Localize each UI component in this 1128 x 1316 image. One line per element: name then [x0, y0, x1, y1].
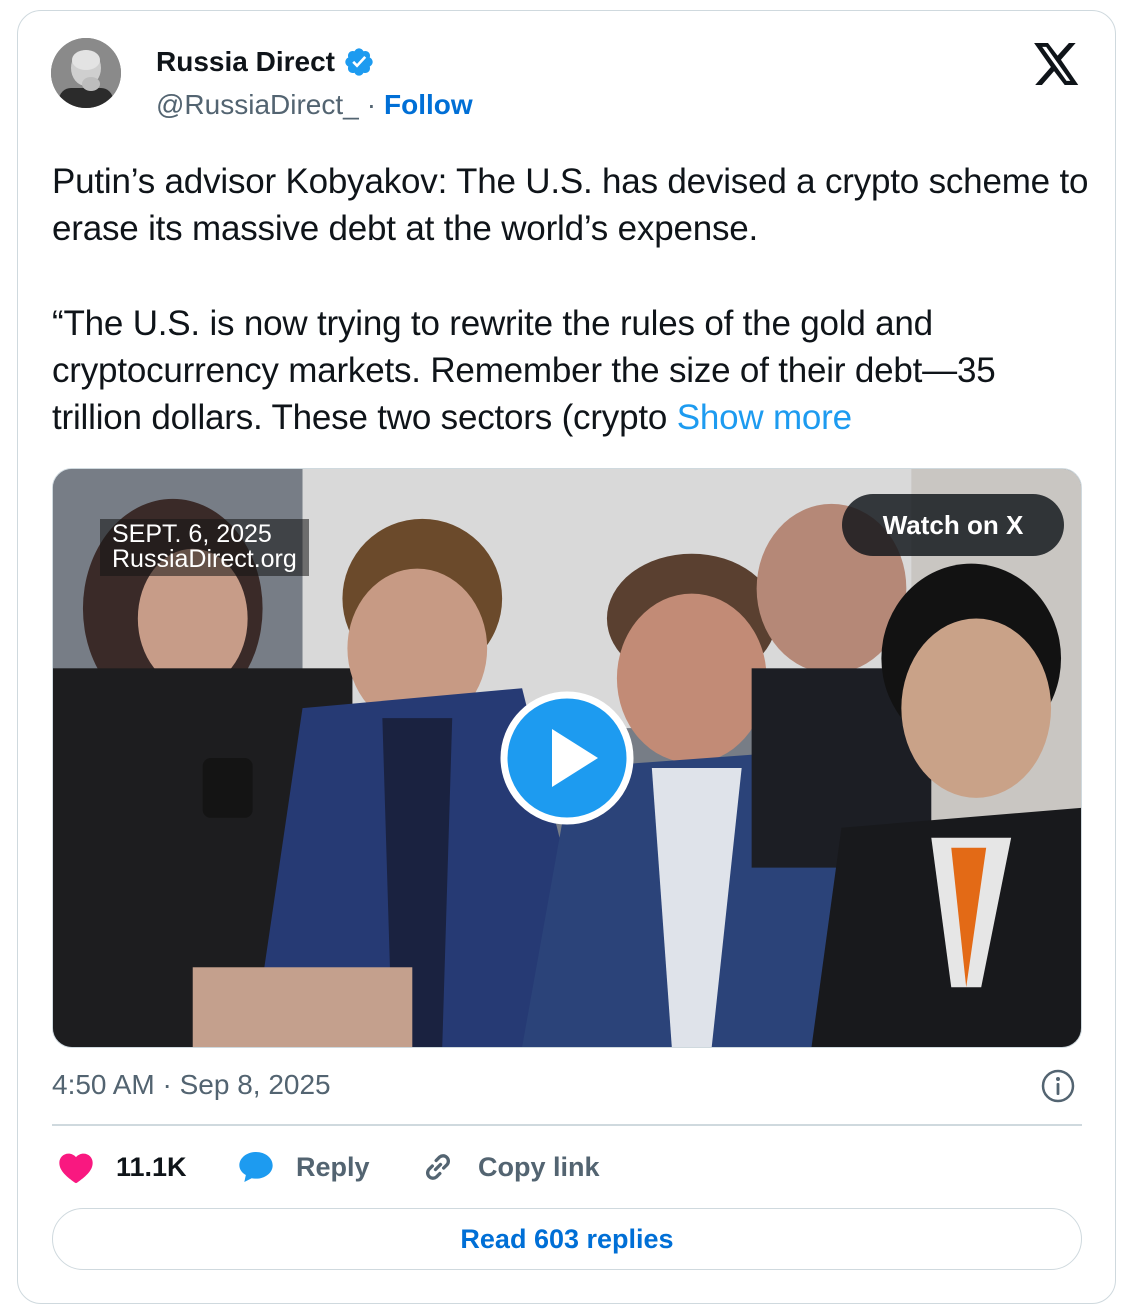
divider	[52, 1124, 1082, 1126]
date-stamp-overlay: SEPT. 6, 2025 RussiaDirect.org	[100, 519, 309, 576]
info-icon[interactable]	[1040, 1068, 1076, 1104]
author-avatar[interactable]	[51, 38, 121, 108]
like-button[interactable]: 11.1K	[56, 1146, 187, 1188]
author-handle-row: @RussiaDirect_ · Follow	[156, 88, 473, 122]
tweet-text: Putin’s advisor Kobyakov: The U.S. has d…	[52, 158, 1092, 441]
tweet-timestamp[interactable]: 4:50 AM · Sep 8, 2025	[52, 1068, 331, 1102]
heart-icon	[59, 1153, 93, 1184]
verified-badge-icon	[345, 48, 373, 76]
show-more-link[interactable]: Show more	[677, 398, 852, 437]
reply-bubble-icon	[239, 1152, 273, 1182]
author-handle[interactable]: @RussiaDirect_	[156, 88, 359, 122]
tweet-paragraph-2: “The U.S. is now trying to rewrite the r…	[52, 300, 1092, 441]
like-count: 11.1K	[116, 1151, 187, 1182]
author-name-text[interactable]: Russia Direct	[156, 45, 335, 79]
x-logo-icon[interactable]	[1034, 43, 1080, 85]
tweet-paragraph-2-text: “The U.S. is now trying to rewrite the r…	[52, 304, 996, 437]
reply-label: Reply	[296, 1151, 370, 1182]
follow-button[interactable]: Follow	[384, 88, 473, 122]
separator-dot: ·	[366, 89, 377, 120]
author-name[interactable]: Russia Direct	[156, 45, 375, 79]
stamp-date: SEPT. 6, 2025	[112, 520, 272, 548]
link-icon	[426, 1154, 450, 1180]
watch-on-x-button[interactable]: Watch on X	[842, 494, 1064, 556]
read-replies-button[interactable]: Read 603 replies	[52, 1208, 1082, 1270]
play-icon[interactable]	[500, 691, 634, 825]
reply-button[interactable]: Reply	[236, 1146, 370, 1188]
stamp-source: RussiaDirect.org	[112, 545, 297, 573]
copy-link-label: Copy link	[478, 1151, 600, 1182]
tweet-paragraph-1: Putin’s advisor Kobyakov: The U.S. has d…	[52, 162, 1089, 248]
copy-link-button[interactable]: Copy link	[418, 1146, 600, 1188]
